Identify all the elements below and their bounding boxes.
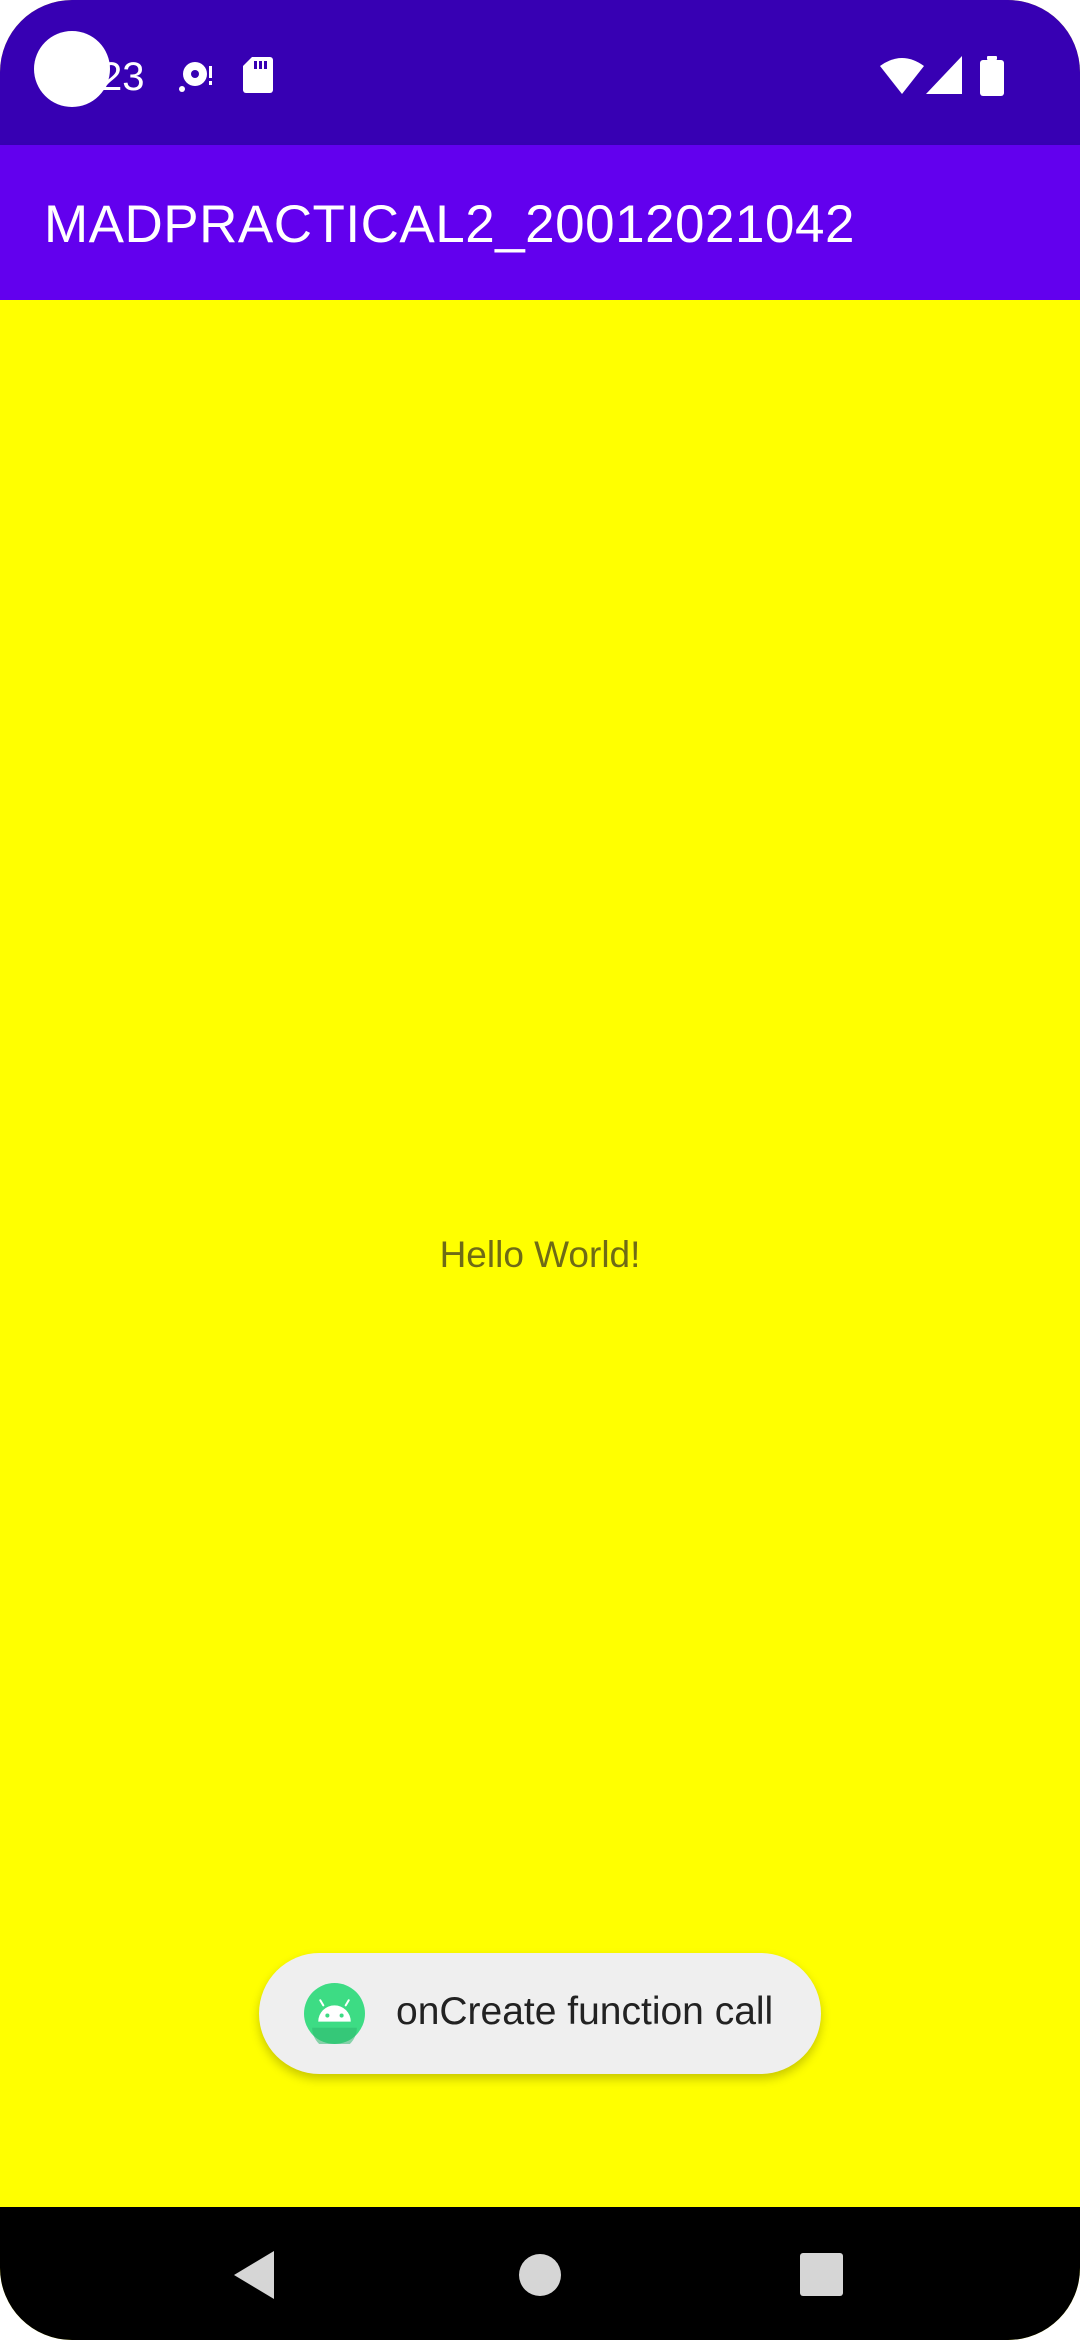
camera-dot [34, 31, 110, 107]
cell-signal-icon [926, 56, 962, 94]
back-icon[interactable] [234, 2251, 274, 2299]
app-bar: MADPRACTICAL2_20012021042 [0, 145, 1080, 300]
status-bar: 23 [0, 0, 1080, 145]
recents-icon[interactable] [800, 2253, 843, 2296]
sd-card-icon [243, 57, 273, 93]
wifi-icon [880, 58, 924, 94]
main-content: Hello World! [0, 300, 1080, 2207]
home-icon[interactable] [519, 2254, 561, 2296]
app-title: MADPRACTICAL2_20012021042 [44, 195, 855, 254]
toast-message: onCreate function call [396, 1990, 774, 2033]
android-icon [304, 1983, 365, 2044]
navigation-bar [0, 2207, 1080, 2340]
sync-icon [179, 62, 212, 92]
device-screen: 23 MADPRACTICAL2_20012021042 Hello World… [0, 0, 1080, 2340]
toast: onCreate function call [259, 1953, 821, 2074]
hello-world-text: Hello World! [439, 1234, 641, 1275]
battery-icon [980, 56, 1004, 96]
